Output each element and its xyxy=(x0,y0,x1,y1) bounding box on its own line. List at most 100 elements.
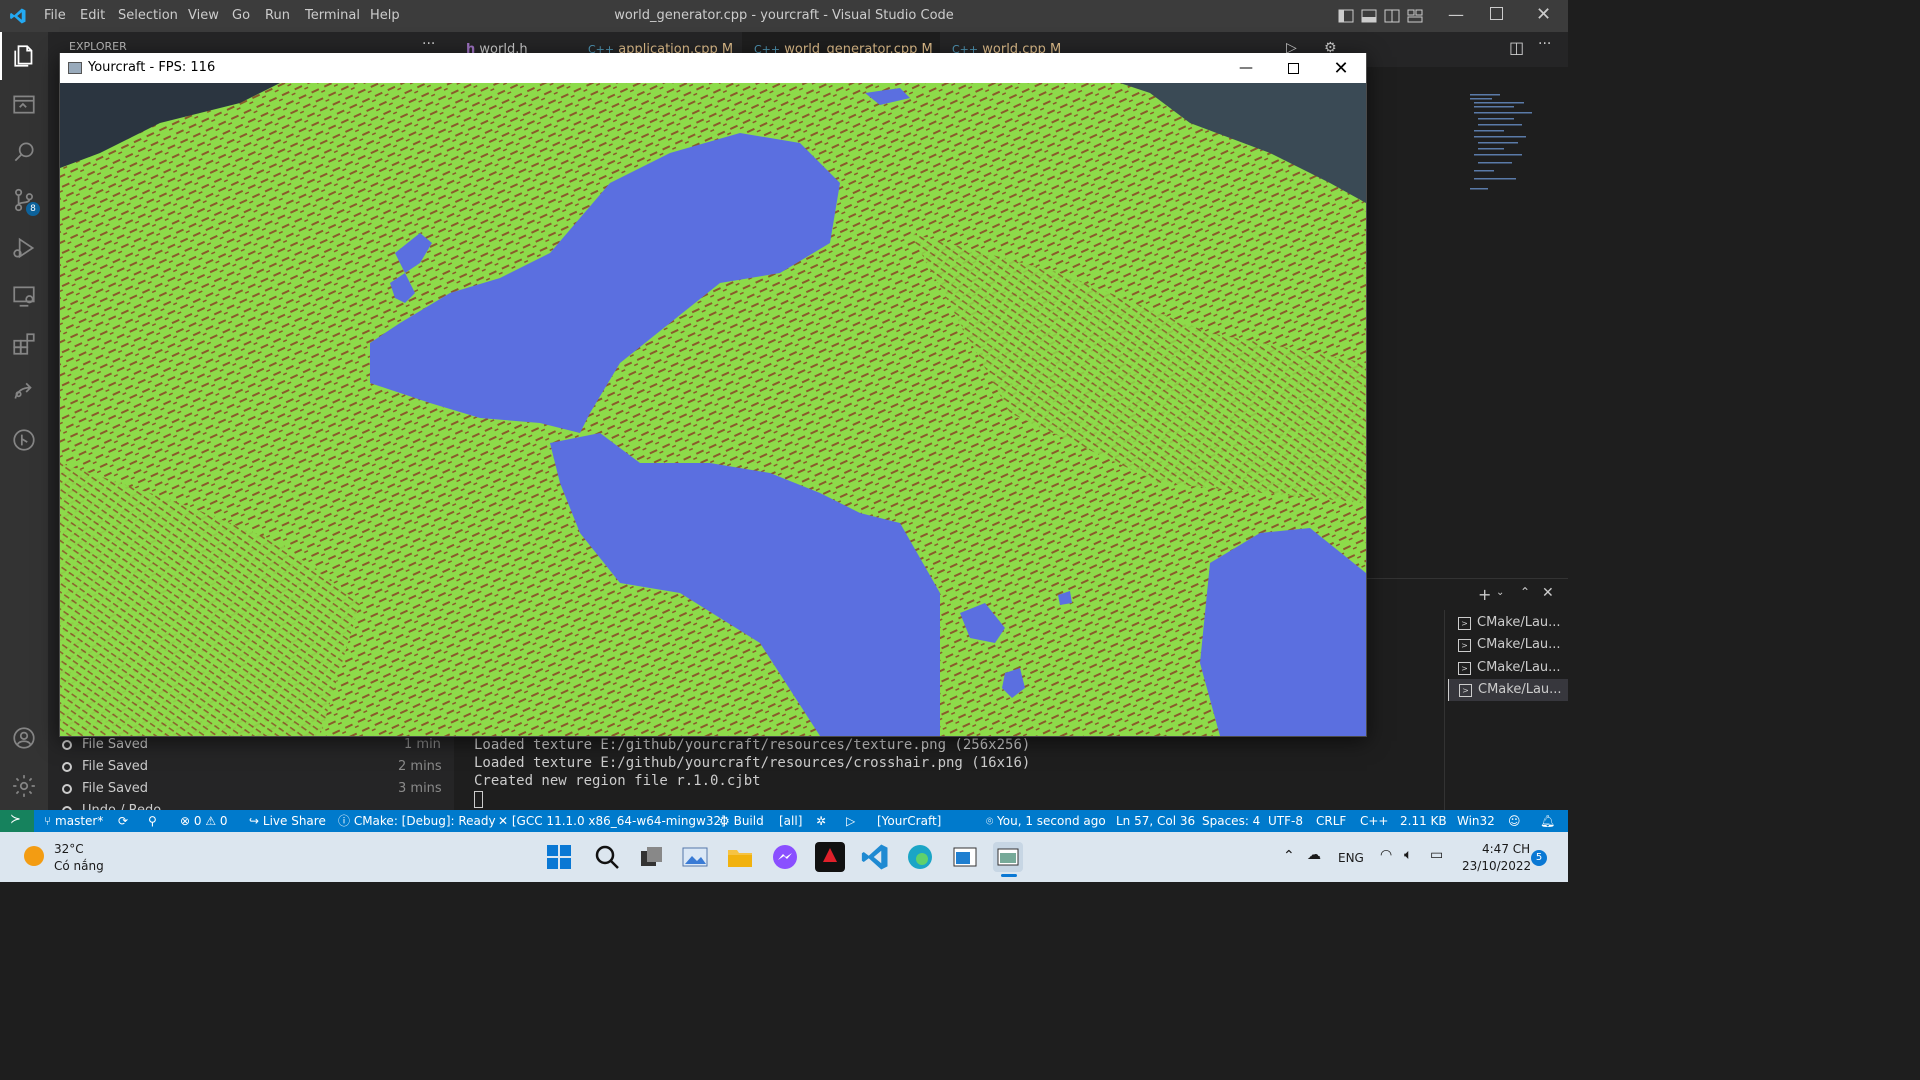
game-maximize-icon[interactable] xyxy=(1270,53,1316,83)
git-graph-status-icon[interactable]: ⚲ xyxy=(148,810,157,832)
source-control-icon[interactable]: 8 xyxy=(0,176,48,224)
start-windows-icon[interactable] xyxy=(546,844,572,870)
app-window-icon[interactable] xyxy=(950,842,980,872)
clock-time[interactable]: 4:47 CH xyxy=(1482,842,1530,856)
task-view-icon[interactable] xyxy=(637,842,667,872)
indentation[interactable]: Spaces: 4 xyxy=(1202,810,1260,832)
notification-count-badge[interactable]: 5 xyxy=(1531,850,1547,866)
target-status[interactable]: [all] xyxy=(779,810,802,832)
live-share-status-icon: ↪ xyxy=(249,814,260,828)
new-terminal-icon[interactable]: + xyxy=(1478,585,1491,604)
sidebar-more-icon[interactable]: ··· xyxy=(422,36,435,52)
menu-edit[interactable]: Edit xyxy=(80,0,105,32)
input-language[interactable]: ENG xyxy=(1338,851,1364,865)
game-window-title: Yourcraft - FPS: 116 xyxy=(88,60,216,75)
timeline-item[interactable]: File Saved xyxy=(62,778,148,800)
menu-run[interactable]: Run xyxy=(265,0,290,32)
menu-selection[interactable]: Selection xyxy=(118,0,178,32)
vscode-logo-icon xyxy=(10,8,26,24)
cursor-position[interactable]: Ln 57, Col 36 xyxy=(1116,810,1195,832)
game-title-bar[interactable]: Yourcraft - FPS: 116 xyxy=(60,53,1366,83)
encoding[interactable]: UTF-8 xyxy=(1268,810,1303,832)
notifications-bell-icon[interactable]: 🔔︎ xyxy=(1540,810,1555,832)
vscode-taskbar-icon[interactable] xyxy=(860,842,890,872)
battery-icon[interactable]: ▭ xyxy=(1430,847,1443,863)
terminal-tab[interactable]: > CMake/Lau... xyxy=(1448,679,1568,701)
file-explorer-icon[interactable] xyxy=(725,842,755,872)
feedback-icon[interactable]: ☺ xyxy=(1508,810,1521,832)
photos-icon[interactable] xyxy=(680,842,710,872)
terminal-tab[interactable]: > CMake/Lau... xyxy=(1448,612,1568,634)
split-editor-icon[interactable]: ◫ xyxy=(1509,38,1524,57)
game-close-icon[interactable]: ✕ xyxy=(1318,53,1364,83)
launch-play-icon[interactable]: ▷ xyxy=(846,810,855,832)
maximize-panel-icon[interactable]: ⌃ xyxy=(1520,585,1530,599)
menu-help[interactable]: Help xyxy=(370,0,400,32)
kit-status[interactable]: ✕ [GCC 11.1.0 x86_64-w64-mingw32] xyxy=(498,810,726,832)
game-launcher-icon[interactable] xyxy=(815,842,845,872)
live-share-status[interactable]: ↪ Live Share xyxy=(249,810,326,832)
explorer-icon[interactable] xyxy=(0,32,48,80)
toggle-secondary-sidebar-icon[interactable] xyxy=(1384,8,1400,24)
wifi-icon[interactable]: ◠ xyxy=(1380,847,1392,863)
kit-label: [GCC 11.1.0 x86_64-w64-mingw32] xyxy=(511,814,726,828)
onedrive-cloud-icon[interactable]: ☁ xyxy=(1307,847,1321,863)
terminal-tab[interactable]: > CMake/Lau... xyxy=(1448,657,1568,679)
search-icon[interactable] xyxy=(0,128,48,176)
messenger-icon[interactable] xyxy=(770,842,800,872)
settings-gear-icon[interactable] xyxy=(0,762,48,810)
weather-sun-icon[interactable] xyxy=(24,846,44,866)
chevron-down-icon[interactable]: ⌄ xyxy=(1496,587,1504,598)
edge-browser-icon[interactable] xyxy=(905,842,935,872)
timeline-label: Undo / Redo xyxy=(82,800,161,810)
problems-status[interactable]: ⊗ 0 ⚠ 0 xyxy=(180,810,228,832)
yourcraft-taskbar-icon[interactable] xyxy=(993,842,1023,872)
more-actions-icon[interactable]: ··· xyxy=(1538,36,1551,52)
remote-explorer-icon[interactable] xyxy=(0,272,48,320)
branch-status[interactable]: ⑂ master* xyxy=(44,810,103,832)
blame-label: You, 1 second ago xyxy=(997,814,1106,828)
live-share-icon[interactable] xyxy=(0,368,48,416)
accounts-icon[interactable] xyxy=(0,714,48,762)
weather-temp[interactable]: 32°C xyxy=(54,842,84,856)
weather-desc[interactable]: Có nắng xyxy=(54,859,104,873)
menu-file[interactable]: File xyxy=(44,0,66,32)
close-panel-icon[interactable]: ✕ xyxy=(1542,585,1554,601)
language-mode[interactable]: C++ xyxy=(1360,810,1389,832)
platform[interactable]: Win32 xyxy=(1457,810,1495,832)
remote-indicator[interactable]: ≻ xyxy=(0,810,34,832)
clock-date[interactable]: 23/10/2022 xyxy=(1462,859,1531,873)
run-debug-icon[interactable] xyxy=(0,224,48,272)
game-viewport[interactable] xyxy=(60,83,1366,736)
terminal-line: Loaded texture E:/github/yourcraft/resou… xyxy=(474,737,1031,753)
show-hidden-icons-chevron[interactable]: ⌃ xyxy=(1283,848,1295,864)
git-graph-icon[interactable] xyxy=(0,416,48,464)
close-window-icon[interactable]: ✕ xyxy=(1536,4,1551,25)
toggle-sidebar-icon[interactable] xyxy=(1338,8,1354,24)
blame-status[interactable]: ⌾ You, 1 second ago xyxy=(986,810,1106,832)
game-minimize-icon[interactable]: — xyxy=(1223,53,1269,83)
volume-icon[interactable]: 🔈︎ xyxy=(1404,847,1412,863)
customize-layout-icon[interactable] xyxy=(1407,8,1423,24)
extensions-icon[interactable] xyxy=(0,320,48,368)
line-ending[interactable]: CRLF xyxy=(1316,810,1346,832)
search-taskbar-icon[interactable] xyxy=(592,842,622,872)
timeline-item[interactable]: File Saved xyxy=(62,756,148,778)
restore-icon[interactable] xyxy=(1490,7,1503,20)
menu-go[interactable]: Go xyxy=(232,0,250,32)
timeline-item[interactable]: Undo / Redo xyxy=(62,800,161,810)
toggle-panel-icon[interactable] xyxy=(1361,8,1377,24)
minimap[interactable] xyxy=(1466,92,1552,202)
timeline-item[interactable]: File Saved xyxy=(62,734,148,756)
debug-bug-icon[interactable]: ✲ xyxy=(816,810,826,832)
status-bar: ⑂ master* ⟳ ⚲ ⊗ 0 ⚠ 0 ↪ Live Share ⓘ CMa… xyxy=(0,810,1568,832)
cmake-status[interactable]: ⓘ CMake: [Debug]: Ready xyxy=(338,810,496,832)
minimize-icon[interactable]: — xyxy=(1448,5,1464,24)
launch-target-status[interactable]: [YourCraft] xyxy=(877,810,941,832)
timeline-view-icon[interactable] xyxy=(0,80,48,128)
sync-icon[interactable]: ⟳ xyxy=(118,810,128,832)
menu-terminal[interactable]: Terminal xyxy=(305,0,360,32)
build-status[interactable]: ⚙ Build xyxy=(719,810,764,832)
terminal-tab[interactable]: > CMake/Lau... xyxy=(1448,634,1568,656)
menu-view[interactable]: View xyxy=(188,0,219,32)
